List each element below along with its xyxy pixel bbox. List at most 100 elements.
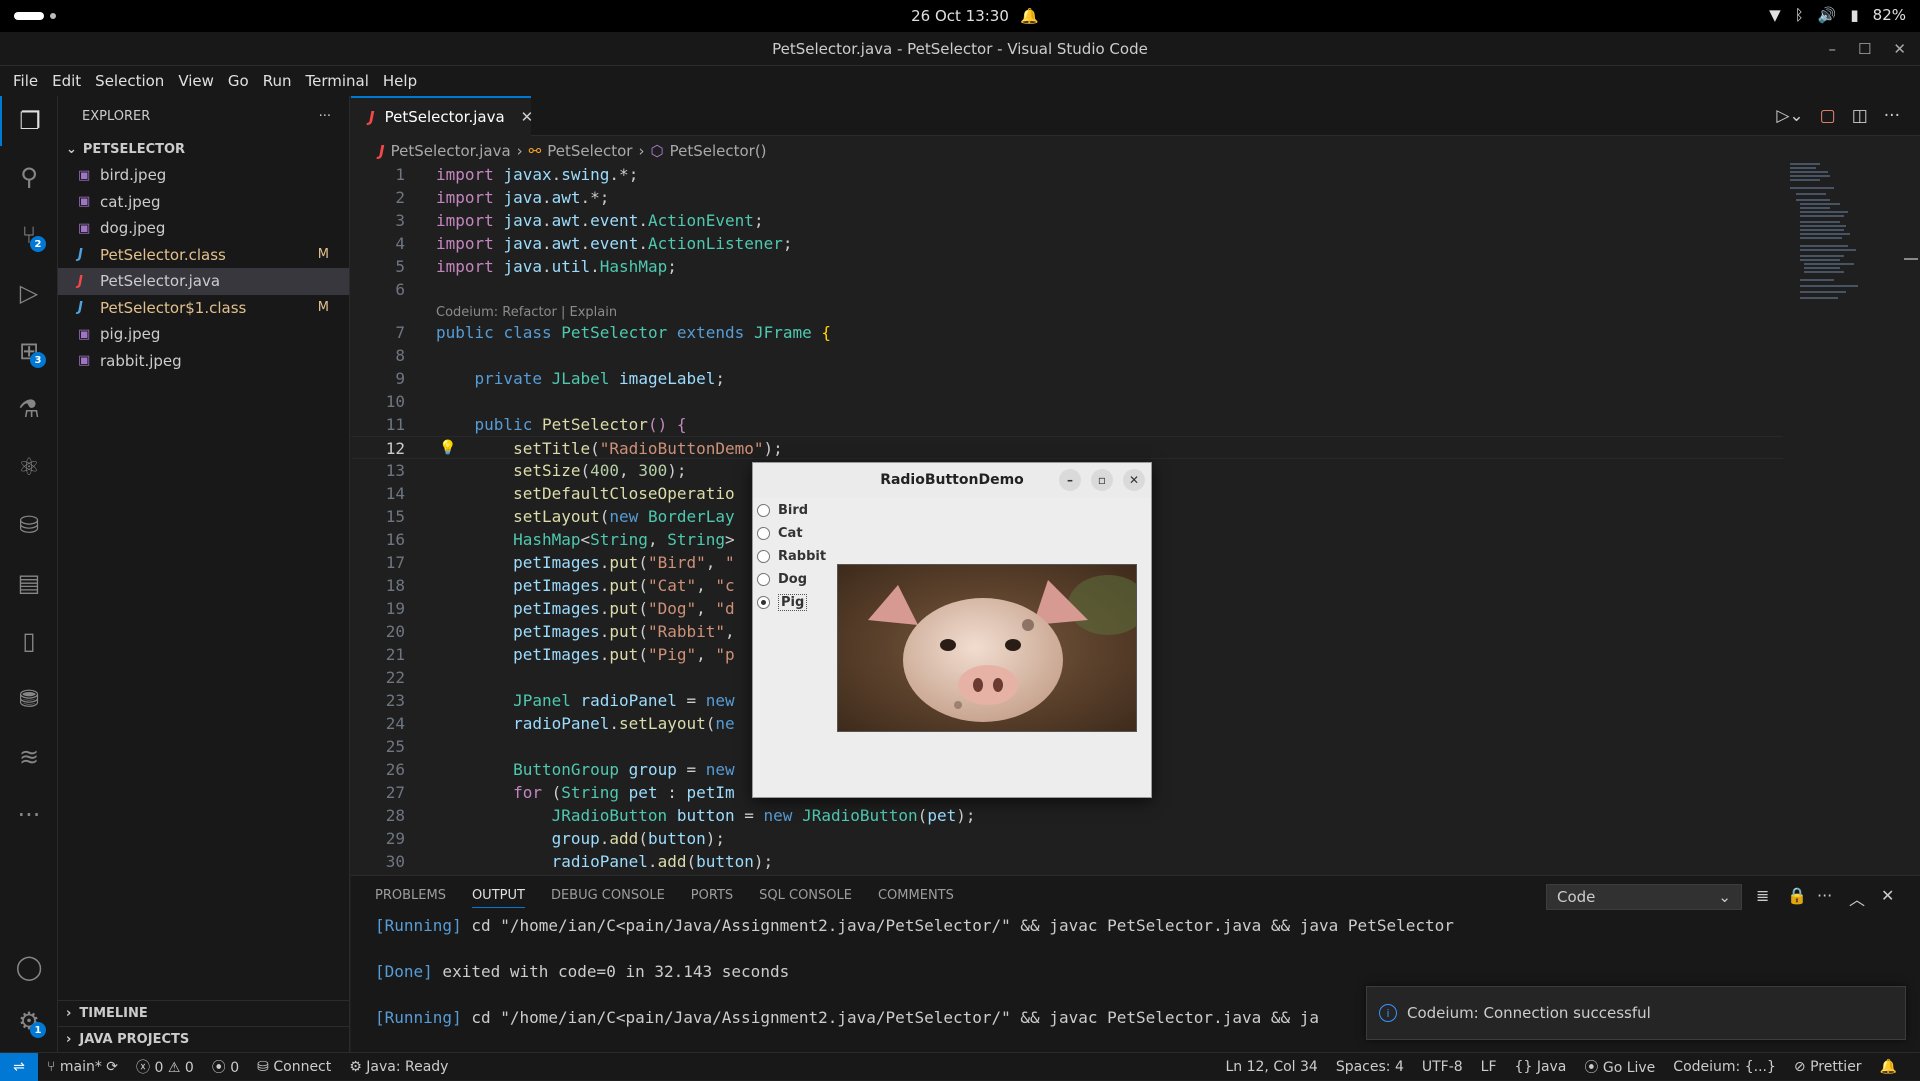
maximize-icon[interactable]: ☐	[1858, 32, 1871, 66]
search-icon[interactable]: ⚲	[0, 152, 58, 202]
file-item[interactable]: J PetSelector.java	[58, 268, 349, 295]
panel-more-icon[interactable]: ···	[1817, 886, 1832, 905]
notification-toast[interactable]: i Codeium: Connection successful	[1366, 986, 1906, 1040]
breadcrumb-file[interactable]: PetSelector.java	[391, 142, 511, 160]
demo-titlebar[interactable]: RadioButtonDemo – ▫ ✕	[753, 463, 1151, 497]
account-icon[interactable]: ◯	[0, 942, 58, 992]
codeium-status[interactable]: Codeium: {...}	[1664, 1059, 1785, 1075]
sql-database-icon[interactable]: ⛃	[0, 674, 58, 724]
file-item[interactable]: ▣ bird.jpeg	[58, 162, 349, 189]
tab-comments[interactable]: COMMENTS	[878, 888, 954, 908]
tab-ports[interactable]: PORTS	[691, 888, 733, 908]
menu-terminal[interactable]: Terminal	[299, 72, 376, 90]
java-status[interactable]: ⚙ Java: Ready	[340, 1059, 457, 1075]
menu-go[interactable]: Go	[221, 72, 256, 90]
menu-selection[interactable]: Selection	[88, 72, 171, 90]
explorer-icon[interactable]: ❐	[0, 96, 58, 146]
breadcrumb-class[interactable]: PetSelector	[547, 142, 632, 160]
lock-scroll-icon[interactable]: 🔒	[1787, 886, 1807, 905]
run-icon[interactable]: ▷⌄	[1776, 106, 1803, 126]
golive-label: Go Live	[1602, 1059, 1656, 1076]
go-live[interactable]: ⦿ Go Live	[1575, 1057, 1664, 1077]
timeline-section[interactable]: › TIMELINE	[58, 1000, 350, 1026]
tab-debug-console[interactable]: DEBUG CONSOLE	[551, 888, 665, 908]
scm-badge: 2	[30, 236, 46, 252]
language-mode[interactable]: {} Java	[1506, 1059, 1576, 1075]
notifications-icon[interactable]: 🔔	[1871, 1059, 1906, 1075]
testing-icon[interactable]: ⚗	[0, 384, 58, 434]
java-class-icon: J	[78, 300, 83, 316]
minimize-icon[interactable]: –	[1828, 32, 1836, 66]
settings-icon[interactable]: ⚙ 1	[0, 996, 58, 1046]
radio-dog[interactable]: Dog	[757, 568, 807, 590]
demo-maximize-icon[interactable]: ▫	[1091, 469, 1113, 491]
ports-status[interactable]: ⦿ 0	[203, 1057, 248, 1077]
more-icon[interactable]: ···	[0, 790, 58, 840]
more-actions-icon[interactable]: ···	[319, 109, 331, 124]
radio-pig[interactable]: Pig	[757, 591, 808, 613]
file-item[interactable]: ▣ cat.jpeg	[58, 189, 349, 216]
file-item[interactable]: J PetSelector.class M	[58, 242, 349, 269]
broadcast-icon: ⦿	[1584, 1059, 1599, 1076]
file-item[interactable]: ▣ pig.jpeg	[58, 321, 349, 348]
problems-status[interactable]: ⓧ 0 ⚠ 0	[127, 1057, 203, 1077]
database-icon[interactable]: ⛁	[0, 500, 58, 550]
clear-output-icon[interactable]: ≣	[1756, 886, 1769, 905]
tab-problems[interactable]: PROBLEMS	[375, 888, 446, 908]
workspace-folder[interactable]: ⌄ PETSELECTOR	[58, 136, 349, 162]
tab-output[interactable]: OUTPUT	[471, 888, 525, 908]
radio-rabbit[interactable]: Rabbit	[757, 545, 826, 567]
branch-status[interactable]: ⑂ main* ⟳	[38, 1059, 127, 1075]
source-control-icon[interactable]: ⑂ 2	[0, 210, 58, 260]
radio-cat[interactable]: Cat	[757, 522, 803, 544]
output-channel-select[interactable]: Code ⌄	[1546, 884, 1742, 910]
bell-icon: 🔔	[1020, 7, 1039, 25]
demo-close-icon[interactable]: ✕	[1123, 469, 1145, 491]
stop-icon[interactable]: ▢	[1820, 106, 1836, 126]
menu-edit[interactable]: Edit	[45, 72, 88, 90]
maximize-panel-icon[interactable]: ︿	[1849, 886, 1865, 910]
prettier-status[interactable]: ⊘ Prettier	[1785, 1059, 1871, 1075]
editor-more-icon[interactable]: ···	[1884, 106, 1900, 126]
radio-bird[interactable]: Bird	[757, 499, 808, 521]
connect-status[interactable]: ⛁ Connect	[248, 1059, 340, 1075]
encoding[interactable]: UTF-8	[1413, 1059, 1472, 1075]
layers-icon[interactable]: ≋	[0, 732, 58, 782]
clock[interactable]: 26 Oct 13:30	[0, 7, 1920, 25]
chevron-right-icon: ›	[516, 142, 523, 160]
run-debug-icon[interactable]: ▷	[0, 268, 58, 318]
image-file-icon: ▣	[78, 220, 91, 236]
end-of-line[interactable]: LF	[1472, 1059, 1506, 1075]
menu-help[interactable]: Help	[376, 72, 424, 90]
breadcrumb-method[interactable]: PetSelector()	[670, 142, 767, 160]
close-icon[interactable]: ✕	[1893, 32, 1906, 66]
class-icon: ⚯	[528, 142, 542, 160]
tab-petselector-java[interactable]: J PetSelector.java ✕	[351, 96, 534, 136]
menu-view[interactable]: View	[171, 72, 221, 90]
remote-indicator-icon[interactable]: ⇌	[0, 1052, 38, 1081]
react-icon[interactable]: ⚛	[0, 442, 58, 492]
scroll-indicator[interactable]	[1904, 258, 1918, 260]
bookmark-icon[interactable]: ▯	[0, 616, 58, 666]
close-tab-icon[interactable]: ✕	[521, 108, 534, 126]
file-item[interactable]: J PetSelector$1.class M	[58, 295, 349, 322]
java-projects-section[interactable]: › JAVA PROJECTS	[58, 1026, 350, 1052]
menu-file[interactable]: File	[6, 72, 45, 90]
radio-circle	[757, 503, 770, 517]
radio-circle	[757, 526, 770, 540]
close-panel-icon[interactable]: ✕	[1881, 886, 1894, 905]
tab-sql-console[interactable]: SQL CONSOLE	[759, 888, 852, 908]
file-item[interactable]: ▣ dog.jpeg	[58, 215, 349, 242]
menu-run[interactable]: Run	[256, 72, 299, 90]
language-label: Java	[1536, 1058, 1567, 1075]
file-item[interactable]: ▣ rabbit.jpeg	[58, 348, 349, 375]
cursor-position[interactable]: Ln 12, Col 34	[1216, 1059, 1326, 1075]
remote-explorer-icon[interactable]: ▤	[0, 558, 58, 608]
indentation[interactable]: Spaces: 4	[1327, 1059, 1413, 1075]
system-tray[interactable]: ▼ ᛒ 🔊 ▮ 82%	[1769, 6, 1906, 24]
split-editor-icon[interactable]: ◫	[1852, 106, 1868, 126]
demo-minimize-icon[interactable]: –	[1059, 469, 1081, 491]
minimap[interactable]	[1790, 163, 1890, 313]
extensions-icon[interactable]: ⊞ 3	[0, 326, 58, 376]
output-line: [Running] cd "/home/ian/C<pain/Java/Assi…	[375, 916, 1454, 935]
